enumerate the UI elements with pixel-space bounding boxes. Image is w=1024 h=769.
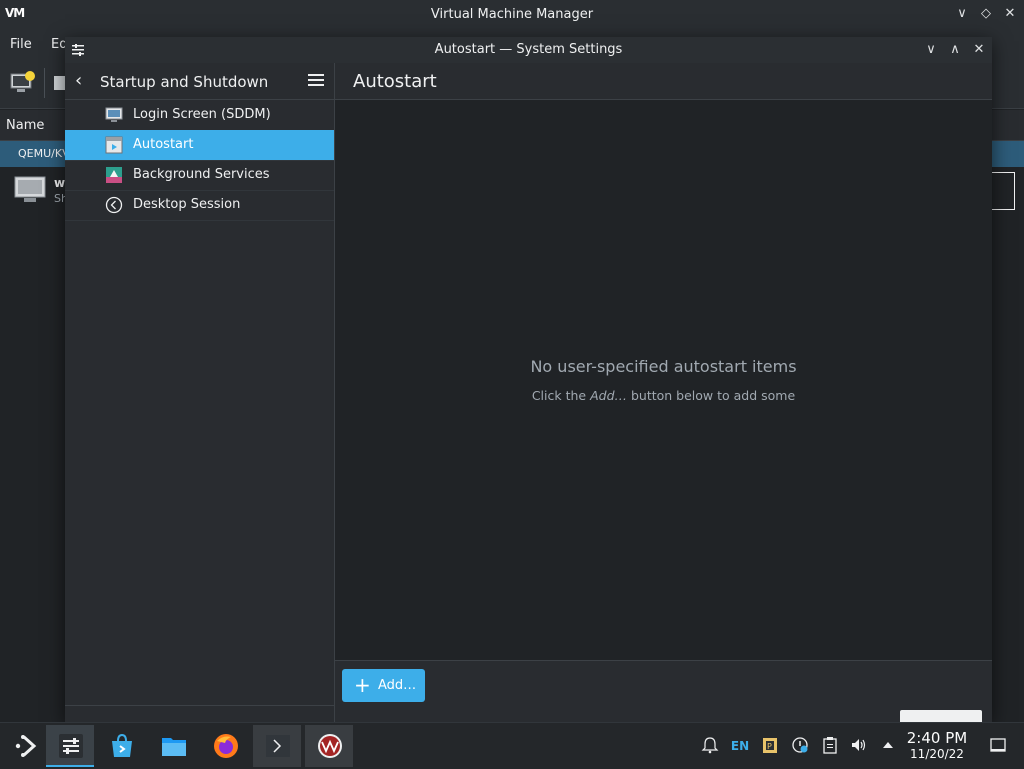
system-settings-icon [59, 734, 83, 758]
taskbar-discover[interactable] [97, 725, 145, 767]
taskbar: EN P 2:40 PM 11/20/22 [0, 722, 1024, 769]
main-footer: + Add… [335, 660, 992, 723]
settings-minimize-button[interactable]: ∨ [921, 40, 941, 60]
clock-date[interactable]: 11/20/22 [902, 747, 972, 761]
discover-icon [112, 733, 132, 757]
plus-icon: + [354, 673, 371, 697]
konsole-icon [266, 735, 290, 757]
virt-manager-icon [318, 734, 342, 758]
hamburger-menu-icon[interactable] [308, 74, 324, 88]
services-icon [106, 167, 122, 183]
clipboard-icon[interactable] [820, 736, 840, 756]
empty-state-subtitle: Click the Add… button below to add some [531, 388, 796, 403]
keyboard-layout-indicator[interactable]: EN [729, 736, 751, 756]
virt-manager-titlebar: VM Virtual Machine Manager ∨ ◇ ✕ [0, 0, 1024, 30]
connection-label: QEMU/KV [18, 147, 70, 160]
update-icon[interactable] [790, 736, 810, 756]
speaker-icon[interactable] [849, 736, 869, 756]
taskbar-dolphin[interactable] [149, 725, 197, 767]
firefox-icon [214, 734, 238, 758]
taskbar-system-settings[interactable] [46, 725, 94, 767]
taskbar-konsole[interactable] [253, 725, 301, 767]
taskbar-firefox[interactable] [201, 725, 249, 767]
vm-cpu-graph [992, 172, 1015, 210]
session-icon [105, 196, 123, 214]
virt-manager-maximize-button[interactable]: ◇ [976, 4, 996, 24]
add-button[interactable]: + Add… [342, 669, 425, 702]
virt-manager-minimize-button[interactable]: ∨ [952, 4, 972, 24]
column-name[interactable]: Name [6, 118, 44, 133]
main-header: Autostart [335, 63, 992, 100]
clock-time[interactable]: 2:40 PM [902, 729, 972, 747]
application-launcher-button[interactable] [0, 725, 48, 767]
sidebar-footer [65, 705, 334, 723]
settings-maximize-button[interactable]: ∧ [945, 40, 965, 60]
taskbar-virt-manager[interactable] [305, 725, 353, 767]
sidebar-item-autostart[interactable]: Autostart [65, 130, 334, 161]
sidebar-header: ‹ Startup and Shutdown [65, 63, 334, 100]
bell-icon[interactable] [700, 736, 720, 756]
svg-text:P: P [767, 742, 772, 751]
sidebar-item-label: Autostart [133, 137, 194, 152]
sidebar-item-label: Login Screen (SDDM) [133, 107, 271, 122]
virt-manager-title: Virtual Machine Manager [430, 7, 594, 22]
autostart-icon [105, 136, 123, 154]
system-settings-window: Autostart — System Settings ∨ ∧ ✕ ‹ Star… [65, 37, 992, 723]
sidebar-item-desktop-session[interactable]: Desktop Session [65, 190, 334, 221]
settings-window-title: Autostart — System Settings [434, 42, 623, 57]
sidebar-item-label: Desktop Session [133, 197, 241, 212]
sidebar-item-label: Background Services [133, 167, 270, 182]
show-hidden-icons-icon[interactable] [878, 736, 898, 756]
settings-titlebar: Autostart — System Settings ∨ ∧ ✕ [65, 37, 992, 63]
vm-monitor-icon [14, 176, 46, 202]
new-vm-icon[interactable] [10, 71, 36, 95]
page-title: Autostart [353, 71, 437, 92]
menu-file[interactable]: File [10, 37, 32, 52]
back-button[interactable]: ‹ [75, 72, 93, 90]
virt-manager-close-button[interactable]: ✕ [1000, 4, 1020, 24]
plasma-pass-icon[interactable]: P [760, 736, 780, 756]
settings-close-button[interactable]: ✕ [969, 40, 989, 60]
sidebar-title: Startup and Shutdown [100, 73, 269, 91]
application-launcher-icon [15, 735, 37, 757]
sidebar-item-background-services[interactable]: Background Services [65, 160, 334, 191]
vm-name[interactable]: w [54, 176, 65, 190]
settings-main: Autostart No user-specified autostart it… [335, 63, 992, 723]
add-button-label: Add… [378, 678, 417, 693]
settings-sidebar: ‹ Startup and Shutdown Login Screen (SDD… [65, 63, 335, 722]
show-desktop-icon[interactable] [988, 736, 1008, 756]
toolbar-separator [44, 68, 45, 98]
empty-state-title: No user-specified autostart items [530, 357, 797, 376]
dolphin-icon [162, 738, 186, 756]
sidebar-item-login-screen[interactable]: Login Screen (SDDM) [65, 100, 334, 131]
monitor-icon [105, 107, 123, 122]
